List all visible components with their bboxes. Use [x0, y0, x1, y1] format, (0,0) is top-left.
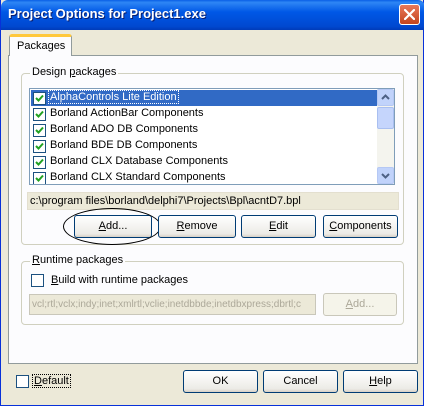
package-label: Borland CLX Standard Components	[50, 171, 226, 183]
close-button[interactable]	[399, 4, 420, 25]
checkmark-icon	[35, 110, 44, 118]
design-packages-label: Design packages	[30, 66, 119, 78]
package-checkbox[interactable]	[33, 92, 46, 105]
checkmark-icon	[35, 174, 44, 182]
cancel-button[interactable]: Cancel	[263, 370, 338, 393]
list-item[interactable]: Borland ActionBar Components	[31, 106, 377, 122]
list-item[interactable]: Borland BDE DB Components	[31, 138, 377, 154]
highlight-ellipse	[63, 208, 161, 245]
chevron-down-icon	[381, 173, 390, 179]
ok-button[interactable]: OK	[183, 370, 258, 393]
remove-button[interactable]: Remove	[158, 215, 236, 238]
checkmark-icon	[35, 126, 44, 134]
package-label: Borland ADO DB Components	[50, 123, 198, 135]
checkmark-icon	[35, 94, 44, 102]
tab-packages-label: Packages	[17, 40, 66, 52]
help-button[interactable]: Help	[343, 370, 418, 393]
package-label: Borland CLX Database Components	[50, 155, 228, 167]
chevron-up-icon	[381, 94, 390, 100]
runtime-packages-label: Runtime packages	[30, 254, 126, 266]
checkmark-icon	[35, 158, 44, 166]
list-item[interactable]: AlphaControls Lite Edition	[31, 90, 377, 106]
package-path: c:\program files\borland\delphi7\Project…	[27, 192, 399, 210]
package-label: Borland BDE DB Components	[50, 139, 198, 151]
scroll-thumb[interactable]	[377, 107, 394, 129]
list-scrollbar[interactable]	[377, 89, 394, 184]
list-item[interactable]: Borland CLX Database Components	[31, 154, 377, 170]
ok-label: OK	[212, 375, 229, 387]
close-icon	[404, 9, 415, 20]
edit-button[interactable]: Edit	[241, 215, 316, 238]
build-with-runtime-label: Build with runtime packages	[51, 274, 188, 286]
list-item[interactable]: Borland CLX Standard Components	[31, 170, 377, 184]
package-checkbox[interactable]	[33, 108, 46, 121]
package-checkbox[interactable]	[33, 156, 46, 169]
cancel-label: Cancel	[283, 375, 318, 387]
checkmark-icon	[35, 142, 44, 150]
runtime-packages-value: vcl;rtl;vclx;indy;inet;xmlrtl;vclie;inet…	[32, 299, 301, 310]
package-label: Borland ActionBar Components	[50, 107, 204, 119]
project-options-dialog: Project Options for Project1.exe Package…	[0, 0, 424, 406]
default-checkbox[interactable]	[16, 375, 29, 388]
package-checkbox[interactable]	[33, 172, 46, 184]
window-title: Project Options for Project1.exe	[8, 6, 206, 21]
design-packages-list[interactable]: AlphaControls Lite Edition Borland Actio…	[29, 88, 395, 185]
package-path-text: c:\program files\borland\delphi7\Project…	[30, 195, 301, 207]
title-bar[interactable]: Project Options for Project1.exe	[1, 0, 424, 30]
scroll-up-button[interactable]	[377, 89, 394, 106]
list-item[interactable]: Borland ADO DB Components	[31, 122, 377, 138]
package-checkbox[interactable]	[33, 140, 46, 153]
package-checkbox[interactable]	[33, 124, 46, 137]
package-label: AlphaControls Lite Edition	[48, 90, 179, 104]
tab-packages[interactable]: Packages	[9, 34, 72, 56]
components-button[interactable]: Components	[323, 215, 398, 238]
default-label: Default	[32, 374, 71, 388]
runtime-packages-field[interactable]: vcl;rtl;vclx;indy;inet;xmlrtl;vclie;inet…	[29, 294, 316, 315]
add-runtime-package-button[interactable]: Add...	[323, 293, 397, 316]
build-with-runtime-checkbox[interactable]	[31, 274, 44, 287]
scroll-down-button[interactable]	[377, 167, 394, 184]
